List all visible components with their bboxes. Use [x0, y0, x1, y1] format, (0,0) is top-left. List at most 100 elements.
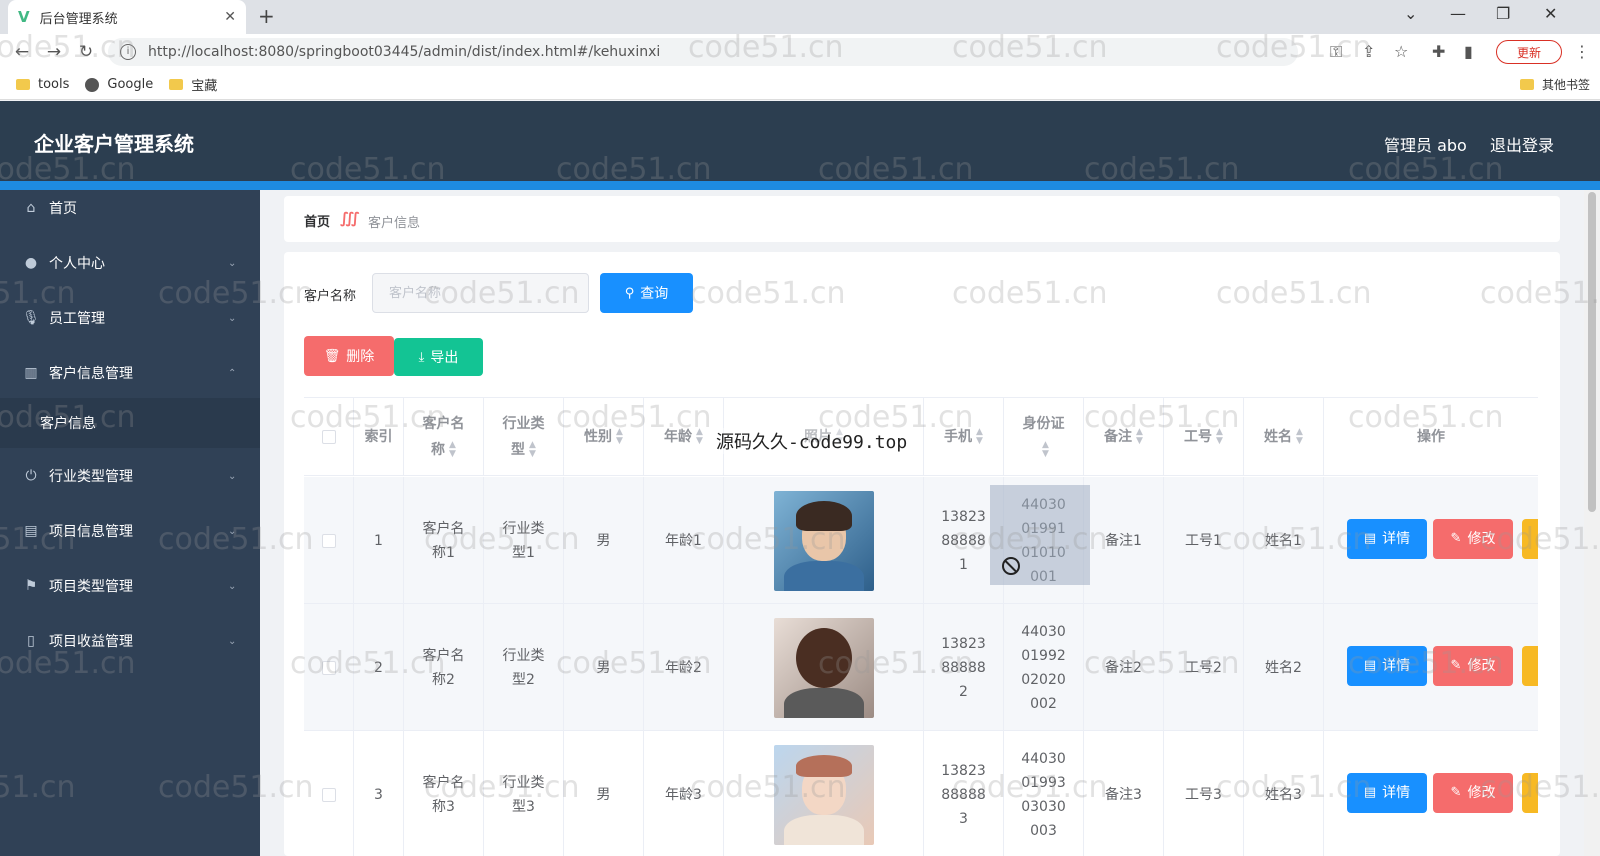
query-button[interactable]: ⚲ 查询	[600, 273, 693, 313]
folder-icon	[16, 79, 30, 90]
column-header[interactable]: 手机 ▲ ▼	[924, 398, 1004, 476]
delete-button-label: 删除	[346, 349, 375, 365]
customer-photo[interactable]	[773, 617, 874, 718]
column-header[interactable]: 姓名 ▲ ▼	[1244, 398, 1324, 476]
tab-close-icon[interactable]: ✕	[224, 9, 236, 25]
search-input[interactable]	[372, 273, 589, 313]
edit-button[interactable]: ✎ 修改	[1433, 519, 1513, 559]
detail-button[interactable]: ▤ 详情	[1347, 646, 1427, 686]
current-user: 管理员 abo	[1384, 136, 1467, 155]
sidebar-item-industry-type[interactable]: ⏻ 行业类型管理 ⌄	[0, 448, 260, 504]
export-button[interactable]: ⤓ 导出	[394, 338, 483, 376]
sidebar-item-project-type[interactable]: ⚑ 项目类型管理 ⌄	[0, 558, 260, 614]
sort-icon[interactable]: ▲ ▼	[529, 440, 536, 459]
edit-button[interactable]: ✎ 修改	[1433, 646, 1513, 686]
browser-menu-icon[interactable]: ⋮	[1574, 42, 1590, 61]
select-all-checkbox[interactable]	[321, 429, 336, 444]
detail-button[interactable]: ▤ 详情	[1347, 519, 1427, 559]
maximize-icon[interactable]: ❐	[1496, 4, 1510, 23]
detail-label: 详情	[1382, 531, 1411, 547]
column-header[interactable]: 行业类型 ▲ ▼	[484, 398, 564, 476]
url-field[interactable]: i http://localhost:8080/springboot03445/…	[108, 38, 1298, 66]
detail-button[interactable]: ▤ 详情	[1347, 773, 1427, 813]
column-header[interactable]: 身份证 ▲ ▼	[1004, 398, 1084, 476]
bookmark-tools[interactable]: tools	[16, 77, 69, 92]
globe-icon	[85, 77, 100, 92]
more-action-button[interactable]	[1522, 773, 1538, 813]
sort-icon[interactable]: ▲ ▼	[1042, 440, 1049, 459]
column-header[interactable]: 性别 ▲ ▼	[564, 398, 644, 476]
sidebar-item-label: 首页	[49, 201, 77, 217]
minimize-icon[interactable]: —	[1450, 4, 1466, 23]
tab-title: 后台管理系统	[39, 11, 118, 27]
table-row[interactable]: 3 客户名称3 行业类型3 男 年龄3 13823888883 44030019…	[304, 731, 1538, 856]
logout-link[interactable]: 退出登录	[1490, 132, 1554, 156]
key-icon[interactable]: ⚿	[1330, 42, 1342, 62]
more-action-button[interactable]	[1522, 519, 1538, 559]
document-icon: ▤	[1363, 658, 1377, 673]
sidebar-item-home[interactable]: ⌂ 首页	[0, 180, 260, 236]
back-icon[interactable]: ←	[6, 42, 38, 62]
table-row[interactable]: 1 客户名称1 行业类型1 男 年龄1 13823888881 44030019…	[304, 477, 1538, 604]
sidepanel-icon[interactable]: ▮	[1464, 42, 1473, 61]
column-header[interactable]: 年龄 ▲ ▼	[644, 398, 724, 476]
site-info-icon[interactable]: i	[120, 44, 136, 60]
home-icon: ⌂	[26, 200, 36, 216]
sidebar-subitem-customer-info[interactable]: 客户信息	[0, 398, 260, 448]
column-header[interactable]: 备注 ▲ ▼	[1084, 398, 1164, 476]
customer-photo[interactable]	[773, 744, 874, 845]
sidebar-item-customer-info-mgmt[interactable]: ▥ 客户信息管理 ⌃	[0, 345, 260, 401]
column-header-label: 手机	[944, 428, 973, 445]
column-header[interactable]: 客户名称 ▲ ▼	[404, 398, 484, 476]
column-header[interactable]: 工号 ▲ ▼	[1164, 398, 1244, 476]
delete-button[interactable]: 🗑 删除	[304, 336, 394, 376]
new-tab-button[interactable]: +	[258, 4, 275, 28]
sort-icon[interactable]: ▲ ▼	[696, 427, 703, 446]
browser-tab[interactable]: V 后台管理系统 ✕	[8, 0, 246, 34]
sidebar-item-project-info[interactable]: ▤ 项目信息管理 ⌄	[0, 503, 260, 559]
tab-search-icon[interactable]: ⌄	[1404, 4, 1417, 23]
bookmark-label: tools	[38, 77, 70, 92]
update-button[interactable]: 更新	[1496, 40, 1562, 64]
phone-icon: ▯	[27, 633, 35, 649]
forward-icon[interactable]: →	[38, 42, 70, 62]
chevron-up-icon: ⌃	[228, 367, 237, 379]
column-header[interactable]: 索引	[354, 398, 404, 476]
sidebar-item-label: 项目信息管理	[49, 524, 133, 540]
reload-icon[interactable]: ↻	[70, 42, 102, 62]
row-checkbox[interactable]	[321, 533, 336, 548]
bookmark-treasure[interactable]: 宝藏	[169, 75, 217, 94]
sidebar-item-personal-center[interactable]: ● 个人中心 ⌄	[0, 235, 260, 291]
puzzle-icon[interactable]: ✚	[1432, 42, 1445, 61]
chevron-down-icon: ⌄	[228, 312, 237, 324]
breadcrumb-home[interactable]: 首页	[304, 211, 330, 230]
vue-logo-icon: V	[18, 8, 30, 26]
sidebar-item-project-revenue[interactable]: ▯ 项目收益管理 ⌄	[0, 613, 260, 669]
row-checkbox[interactable]	[321, 787, 336, 802]
table-row[interactable]: 2 客户名称2 行业类型2 男 年龄2 13823888882 44030019…	[304, 604, 1538, 731]
sort-icon[interactable]: ▲ ▼	[976, 427, 983, 446]
bookmark-google[interactable]: Google	[85, 77, 153, 92]
more-action-button[interactable]	[1522, 646, 1538, 686]
cell-index: 1	[354, 477, 404, 604]
share-icon[interactable]: ⇪	[1362, 42, 1375, 61]
sort-icon[interactable]: ▲ ▼	[1296, 427, 1303, 446]
breadcrumb-separator-icon: ∭	[340, 209, 360, 227]
query-button-label: 查询	[640, 286, 669, 302]
window-close-icon[interactable]: ✕	[1544, 4, 1557, 23]
sort-icon[interactable]: ▲ ▼	[616, 427, 623, 446]
other-bookmarks[interactable]: 其他书签	[1520, 76, 1590, 93]
cell-note: 备注1	[1084, 477, 1164, 604]
customer-photo[interactable]	[773, 490, 874, 591]
edit-button[interactable]: ✎ 修改	[1433, 773, 1513, 813]
sort-icon[interactable]: ▲ ▼	[1136, 427, 1143, 446]
folder-icon	[169, 79, 184, 90]
sort-icon[interactable]: ▲ ▼	[449, 440, 456, 459]
star-icon[interactable]: ☆	[1394, 42, 1408, 61]
scrollbar-thumb[interactable]	[1588, 192, 1596, 512]
cell-actions: ▤ 详情 ✎ 修改	[1324, 477, 1538, 604]
sort-icon[interactable]: ▲ ▼	[1216, 427, 1223, 446]
sidebar-item-employee[interactable]: 🎙 员工管理 ⌄	[0, 290, 260, 346]
row-checkbox[interactable]	[321, 660, 336, 675]
cell-note: 备注2	[1084, 604, 1164, 731]
